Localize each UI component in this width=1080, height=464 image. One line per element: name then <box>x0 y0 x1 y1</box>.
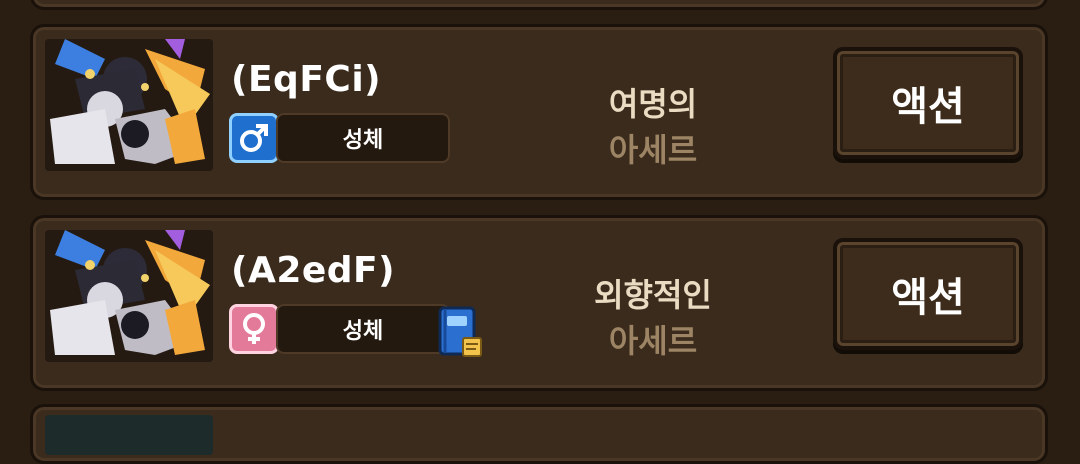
female-gender-icon <box>243 313 265 344</box>
trait-name: 외향적인 <box>594 276 712 314</box>
creature-portrait <box>45 230 213 362</box>
creature-card: (A2edF) 성체 외향적인 아세르 액션 <box>30 215 1048 391</box>
dragon-creature-image <box>45 230 213 362</box>
action-button[interactable]: 액션 <box>833 47 1023 159</box>
list-card-partial-bottom <box>30 404 1048 464</box>
action-button[interactable]: 액션 <box>833 238 1023 350</box>
list-card-partial-top <box>30 0 1048 10</box>
species-name: 아세르 <box>608 322 698 360</box>
creature-portrait <box>45 415 213 455</box>
growth-stage-label: 성체 <box>276 113 450 163</box>
dragon-creature-image <box>45 39 213 171</box>
male-gender-icon <box>240 124 268 152</box>
creature-name: (A2edF) <box>231 250 396 291</box>
female-gender-badge <box>229 304 279 354</box>
creature-card: (EqFCi) 성체 여명의 아세르 액션 <box>30 24 1048 200</box>
species-name: 아세르 <box>608 131 698 169</box>
trait-name: 여명의 <box>608 85 698 123</box>
growth-stage-label: 성체 <box>276 304 450 354</box>
male-gender-badge <box>229 113 279 163</box>
blue-book-icon <box>438 306 482 357</box>
creature-name: (EqFCi) <box>231 59 382 100</box>
creature-portrait <box>45 39 213 171</box>
